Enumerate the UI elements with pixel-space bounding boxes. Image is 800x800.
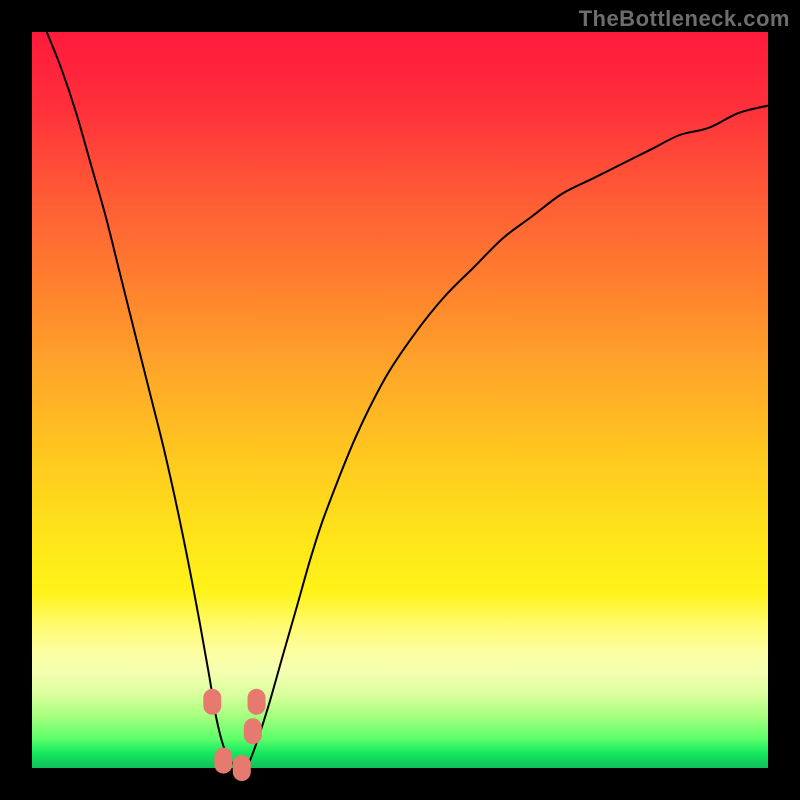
chart-frame: TheBottleneck.com [0, 0, 800, 800]
attribution-label: TheBottleneck.com [579, 6, 790, 32]
plot-gradient-background [32, 32, 768, 768]
